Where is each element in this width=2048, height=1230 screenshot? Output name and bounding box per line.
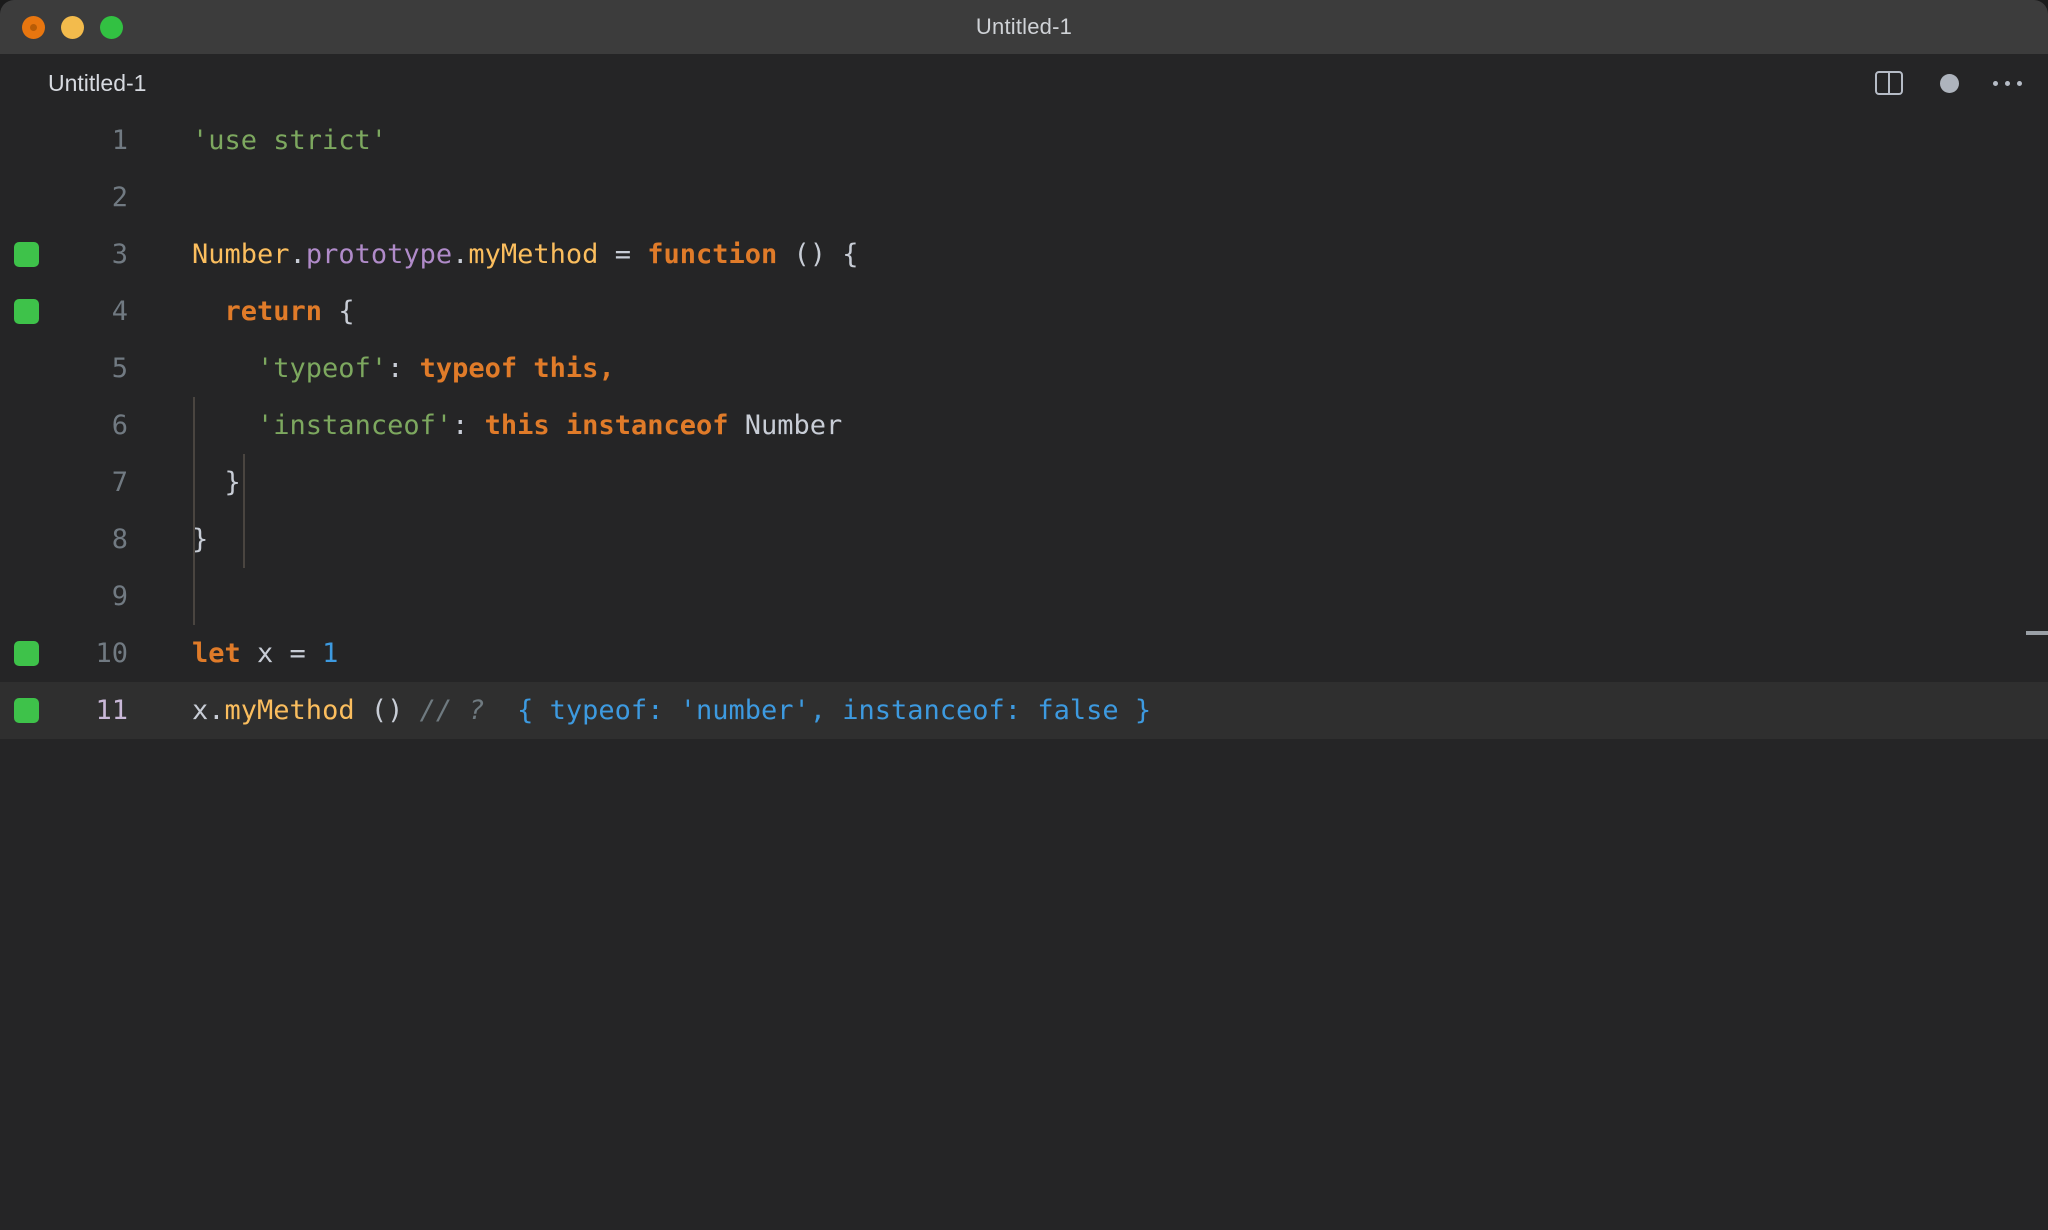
ellipsis-icon[interactable] — [1993, 80, 2022, 86]
code-line-text[interactable]: 'typeof': typeof this, — [128, 340, 2048, 397]
code-token-plain: () { — [777, 239, 859, 270]
code-token-plain: Number — [744, 410, 843, 441]
gutter-change-marker[interactable] — [14, 698, 39, 723]
line-number: 6 — [111, 410, 128, 441]
line-number: 5 — [111, 353, 128, 384]
title-bar: Untitled-1 — [0, 0, 2048, 54]
code-token-number: 1 — [322, 638, 339, 669]
indent-guide — [243, 454, 245, 568]
line-number: 2 — [111, 182, 128, 213]
unsaved-dot-icon[interactable] — [1940, 73, 1959, 93]
split-editor-icon[interactable] — [1872, 66, 1906, 100]
code-token-punctuation: . — [289, 239, 306, 270]
line-number: 9 — [111, 581, 128, 612]
code-token-punctuation: . — [452, 239, 469, 270]
code-line[interactable]: 9 — [0, 568, 2048, 625]
editor-actions — [1872, 54, 2022, 112]
code-line-text[interactable]: } — [128, 511, 2048, 568]
gutter-change-marker[interactable] — [14, 641, 39, 666]
code-token-keyword: instanceof — [565, 410, 729, 441]
indent-guide — [193, 397, 195, 625]
code-line[interactable]: 1 'use strict' — [0, 112, 2048, 169]
code-token-keyword: , — [598, 353, 615, 384]
code-token-keyword: return — [224, 296, 323, 327]
code-token-function: myMethod — [468, 239, 599, 270]
code-line[interactable]: 2 — [0, 169, 2048, 226]
minimize-window-button[interactable] — [61, 15, 84, 39]
code-token-string: 'typeof' — [257, 353, 388, 384]
code-token-plain: : — [387, 353, 420, 384]
code-token-plain: { — [322, 296, 355, 327]
code-editor[interactable]: 1 'use strict' 2 3 Number.prototype.myMethod… — [0, 112, 2048, 1230]
code-line[interactable]: 6 'instanceof': this instanceof Number — [0, 397, 2048, 454]
code-line[interactable]: 4 return { — [0, 283, 2048, 340]
code-token-comment: // ? — [419, 695, 501, 726]
code-token-comment-result: { typeof: 'number', instanceof: false } — [500, 695, 1152, 726]
code-token-plain: x — [192, 695, 209, 726]
code-line[interactable]: 8} — [0, 511, 2048, 568]
tab-label: Untitled-1 — [48, 69, 147, 96]
code-line-text[interactable]: let x = 1 — [128, 625, 2048, 682]
code-line[interactable]: 5 'typeof': typeof this, — [0, 340, 2048, 397]
code-token-plain: : — [452, 410, 485, 441]
code-token-plain: = — [598, 239, 648, 270]
gutter-change-marker[interactable] — [14, 299, 39, 324]
code-line[interactable]: 3 Number.prototype.myMethod = function ()… — [0, 226, 2048, 283]
close-window-button[interactable] — [22, 15, 45, 39]
tab-bar: Untitled-1 — [0, 54, 2048, 112]
code-token-punctuation: . — [208, 695, 225, 726]
code-line-text[interactable]: 'instanceof': this instanceof Number — [128, 397, 2048, 454]
code-token-string: 'instanceof' — [257, 410, 453, 441]
code-token-plain: x = — [240, 638, 323, 669]
code-line-text[interactable]: 'use strict' — [128, 112, 2048, 169]
gutter-change-marker[interactable] — [14, 242, 39, 267]
code-token-keyword: function — [647, 239, 778, 270]
code-token-string: 'use strict' — [192, 125, 388, 156]
code-token-property: prototype — [305, 239, 453, 270]
window-title: Untitled-1 — [975, 14, 1073, 39]
code-line[interactable]: 10 let x = 1 — [0, 625, 2048, 682]
code-content[interactable]: 1 'use strict' 2 3 Number.prototype.myMethod… — [0, 112, 2048, 739]
line-number: 8 — [111, 524, 128, 555]
line-number: 1 — [111, 125, 128, 156]
editor-window: Untitled-1 Untitled-1 1 'use strict' 2 3 Num… — [0, 0, 2048, 1230]
code-line-text[interactable]: return { — [128, 283, 2048, 340]
tab-untitled-1[interactable]: Untitled-1 — [0, 54, 173, 112]
code-token-function: myMethod — [224, 695, 355, 726]
code-token-keyword: this — [484, 410, 550, 441]
scrollbar-marker[interactable] — [2026, 631, 2048, 635]
line-number: 7 — [111, 467, 128, 498]
code-token-plain: } — [192, 467, 241, 498]
code-token-function: Number — [192, 239, 290, 270]
code-line[interactable]: 7 } — [0, 454, 2048, 511]
code-line-text[interactable]: } — [128, 454, 2048, 511]
code-token-plain: () — [354, 695, 420, 726]
code-line-text[interactable]: Number.prototype.myMethod = function () … — [128, 226, 2048, 283]
maximize-window-button[interactable] — [100, 15, 123, 39]
code-line[interactable]: 11 x.myMethod () // ? { typeof: 'number',… — [0, 682, 2048, 739]
code-token-keyword: typeof — [419, 353, 518, 384]
code-line-text[interactable]: x.myMethod () // ? { typeof: 'number', i… — [128, 682, 2048, 739]
code-token-keyword: let — [192, 638, 241, 669]
code-token-keyword: this — [533, 353, 599, 384]
traffic-lights — [22, 15, 123, 39]
